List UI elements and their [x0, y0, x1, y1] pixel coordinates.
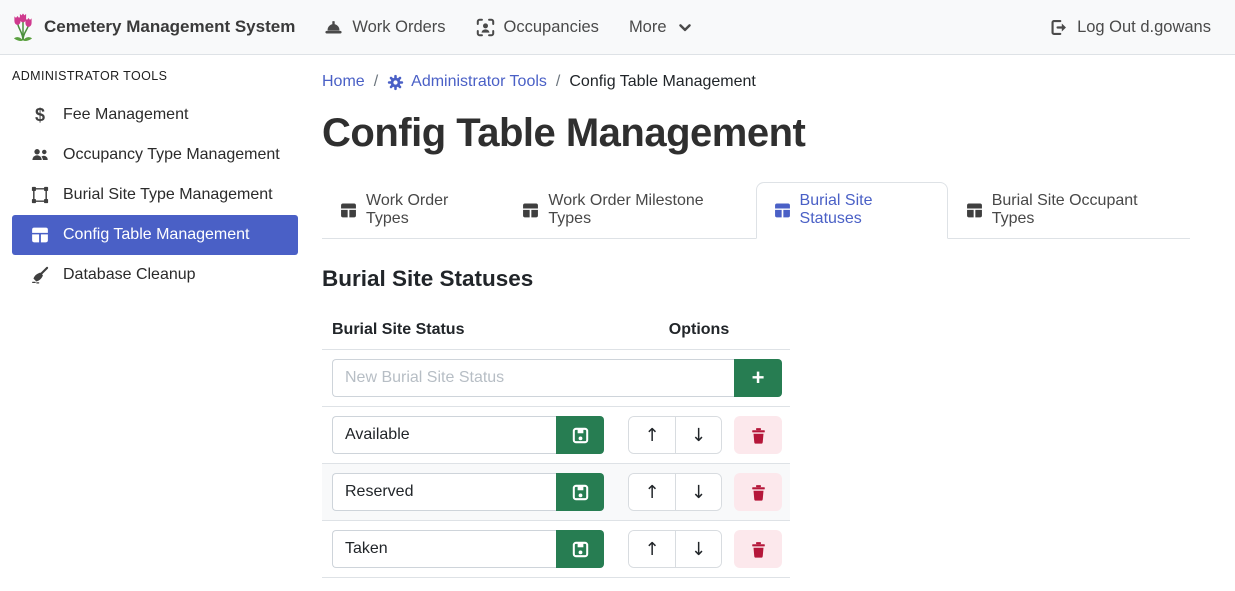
trash-icon	[750, 427, 767, 444]
broom-icon	[30, 266, 50, 284]
delete-status-button[interactable]	[734, 416, 782, 454]
tab-work-order-types[interactable]: Work Order Types	[322, 182, 504, 239]
nav-link-label: Work Orders	[352, 18, 445, 37]
status-row-reserved: ↑ ↓	[322, 464, 790, 521]
sidebar-item-label: Config Table Management	[63, 226, 250, 244]
new-status-input[interactable]	[332, 359, 734, 397]
status-input[interactable]	[332, 473, 556, 511]
sidebar-item-label: Burial Site Type Management	[63, 186, 273, 204]
section-heading: Burial Site Statuses	[322, 266, 1190, 292]
move-down-button[interactable]: ↓	[675, 417, 721, 453]
breadcrumb-home-link[interactable]: Home	[322, 73, 365, 91]
nav-occupancies[interactable]: Occupancies	[461, 18, 614, 37]
save-status-button[interactable]	[556, 530, 604, 568]
top-navbar: Cemetery Management System Work Orders	[0, 0, 1235, 55]
app-brand[interactable]: Cemetery Management System	[12, 12, 295, 42]
save-icon	[572, 427, 589, 444]
status-table: Burial Site Status Options +	[322, 313, 790, 578]
chevron-down-icon	[678, 21, 692, 35]
tab-burial-site-statuses[interactable]: Burial Site Statuses	[756, 182, 948, 239]
table-icon	[30, 226, 50, 244]
reorder-button-group: ↑ ↓	[628, 416, 722, 454]
column-header-options: Options	[616, 321, 782, 339]
status-row-taken: ↑ ↓	[322, 521, 790, 578]
delete-status-button[interactable]	[734, 530, 782, 568]
breadcrumb-label: Home	[322, 73, 365, 91]
tulips-logo-icon	[12, 12, 34, 42]
tab-label: Burial Site Occupant Types	[992, 192, 1172, 228]
navbar-links: Work Orders Occupancies More	[309, 18, 706, 37]
tab-label: Work Order Milestone Types	[548, 192, 737, 228]
reorder-button-group: ↑ ↓	[628, 473, 722, 511]
save-icon	[572, 484, 589, 501]
add-status-button[interactable]: +	[734, 359, 782, 397]
main-content: Home / Administrat	[310, 55, 1235, 591]
status-input[interactable]	[332, 416, 556, 454]
sidebar-header: ADMINISTRATOR TOOLS	[12, 69, 310, 83]
sidebar-item-database-cleanup[interactable]: Database Cleanup	[0, 255, 310, 295]
delete-status-button[interactable]	[734, 473, 782, 511]
nav-more-dropdown[interactable]: More	[614, 18, 707, 37]
nav-link-label: More	[629, 18, 667, 37]
plus-icon: +	[752, 367, 765, 389]
trash-icon	[750, 484, 767, 501]
tab-label: Burial Site Statuses	[800, 192, 930, 228]
brand-title: Cemetery Management System	[44, 17, 295, 37]
move-down-button[interactable]: ↓	[675, 474, 721, 510]
tab-label: Work Order Types	[366, 192, 486, 228]
breadcrumb: Home / Administrat	[322, 73, 1190, 91]
table-icon	[522, 202, 539, 219]
config-tabs: Work Order Types Work Order Milestone Ty…	[322, 182, 1190, 239]
table-icon	[774, 202, 791, 219]
nav-work-orders[interactable]: Work Orders	[309, 18, 460, 37]
table-header-row: Burial Site Status Options	[322, 313, 790, 350]
sidebar-item-label: Occupancy Type Management	[63, 146, 280, 164]
sidebar-item-label: Fee Management	[63, 106, 188, 124]
bounding-box-icon	[30, 186, 50, 204]
page-title: Config Table Management	[322, 111, 1190, 156]
move-up-button[interactable]: ↑	[629, 474, 675, 510]
new-status-row: +	[322, 350, 790, 407]
table-icon	[966, 202, 983, 219]
users-icon	[30, 146, 50, 164]
sidebar-item-occupancy-type-management[interactable]: Occupancy Type Management	[0, 135, 310, 175]
table-icon	[340, 202, 357, 219]
status-input[interactable]	[332, 530, 556, 568]
sidebar-item-config-table-management[interactable]: Config Table Management	[12, 215, 298, 255]
column-header-status: Burial Site Status	[332, 321, 616, 339]
gear-icon	[387, 74, 404, 91]
breadcrumb-separator: /	[556, 73, 560, 91]
logout-button[interactable]: Log Out d.gowans	[1049, 18, 1211, 37]
hard-hat-icon	[324, 18, 343, 37]
logout-label: Log Out d.gowans	[1077, 18, 1211, 37]
tab-work-order-milestone-types[interactable]: Work Order Milestone Types	[504, 182, 755, 239]
breadcrumb-label: Administrator Tools	[411, 73, 547, 91]
admin-sidebar: ADMINISTRATOR TOOLS $ Fee Management Occ…	[0, 55, 310, 591]
breadcrumb-current: Config Table Management	[569, 73, 756, 91]
breadcrumb-admin-tools-link[interactable]: Administrator Tools	[387, 73, 547, 91]
tab-burial-site-occupant-types[interactable]: Burial Site Occupant Types	[948, 182, 1190, 239]
save-status-button[interactable]	[556, 416, 604, 454]
sidebar-item-fee-management[interactable]: $ Fee Management	[0, 95, 310, 135]
dollar-icon: $	[30, 106, 50, 124]
reorder-button-group: ↑ ↓	[628, 530, 722, 568]
logout-icon	[1049, 18, 1068, 37]
nav-link-label: Occupancies	[504, 18, 599, 37]
save-icon	[572, 541, 589, 558]
move-up-button[interactable]: ↑	[629, 531, 675, 567]
sidebar-item-burial-site-type-management[interactable]: Burial Site Type Management	[0, 175, 310, 215]
person-bounding-box-icon	[476, 18, 495, 37]
status-row-available: ↑ ↓	[322, 407, 790, 464]
sidebar-item-label: Database Cleanup	[63, 266, 196, 284]
move-up-button[interactable]: ↑	[629, 417, 675, 453]
breadcrumb-separator: /	[374, 73, 378, 91]
trash-icon	[750, 541, 767, 558]
save-status-button[interactable]	[556, 473, 604, 511]
move-down-button[interactable]: ↓	[675, 531, 721, 567]
